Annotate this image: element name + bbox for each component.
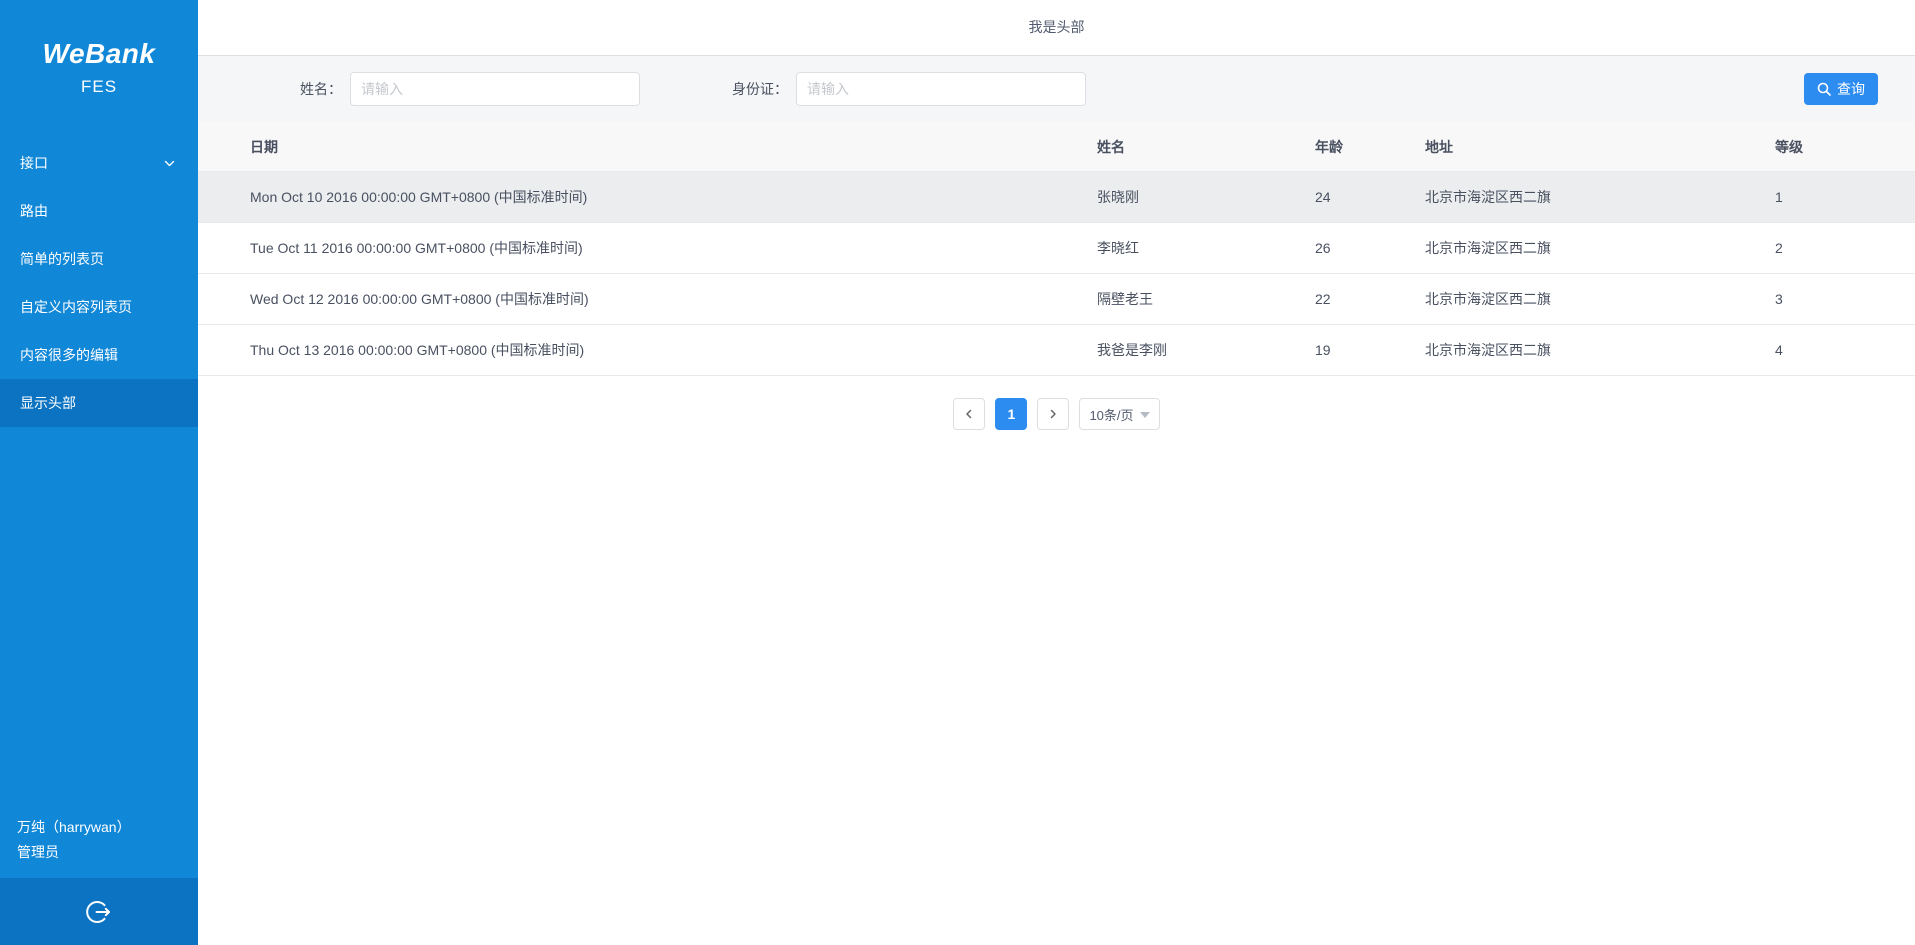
sidebar-item-label: 简单的列表页 xyxy=(20,249,104,269)
sidebar-item-4[interactable]: 内容很多的编辑 xyxy=(0,331,198,379)
name-filter-group: 姓名： xyxy=(300,72,640,106)
idcard-input[interactable] xyxy=(796,72,1086,106)
name-input[interactable] xyxy=(350,72,640,106)
cell-level: 2 xyxy=(1775,240,1915,256)
cell-name: 张晓刚 xyxy=(1097,187,1315,207)
logout-icon xyxy=(85,898,113,926)
cell-age: 26 xyxy=(1315,240,1425,256)
cell-date: Tue Oct 11 2016 00:00:00 GMT+0800 (中国标准时… xyxy=(250,238,1097,258)
idcard-filter-label: 身份证： xyxy=(732,79,788,99)
prev-page-button[interactable] xyxy=(953,398,985,430)
logo: WeBank FES xyxy=(0,0,198,97)
logo-subtitle: FES xyxy=(0,77,198,97)
cell-age: 19 xyxy=(1315,342,1425,358)
chevron-down-icon xyxy=(163,157,176,170)
table-row[interactable]: Mon Oct 10 2016 00:00:00 GMT+0800 (中国标准时… xyxy=(198,172,1915,223)
user-name: 万纯（harrywan） xyxy=(17,815,181,840)
cell-address: 北京市海淀区西二旗 xyxy=(1425,340,1775,360)
caret-down-icon xyxy=(1140,412,1150,418)
page-header: 我是头部 xyxy=(198,0,1915,56)
page-size-select[interactable]: 10条/页 xyxy=(1079,398,1159,430)
column-header-age: 年龄 xyxy=(1315,137,1425,157)
cell-name: 李晓红 xyxy=(1097,238,1315,258)
table-body: Mon Oct 10 2016 00:00:00 GMT+0800 (中国标准时… xyxy=(198,172,1915,376)
page-title: 我是头部 xyxy=(1029,19,1085,35)
cell-level: 4 xyxy=(1775,342,1915,358)
cell-address: 北京市海淀区西二旗 xyxy=(1425,187,1775,207)
sidebar-item-label: 自定义内容列表页 xyxy=(20,297,132,317)
cell-age: 24 xyxy=(1315,189,1425,205)
cell-level: 1 xyxy=(1775,189,1915,205)
cell-name: 我爸是李刚 xyxy=(1097,340,1315,360)
cell-date: Wed Oct 12 2016 00:00:00 GMT+0800 (中国标准时… xyxy=(250,289,1097,309)
cell-address: 北京市海淀区西二旗 xyxy=(1425,238,1775,258)
page-size-label: 10条/页 xyxy=(1089,405,1133,424)
user-role: 管理员 xyxy=(17,840,181,865)
column-header-date: 日期 xyxy=(250,137,1097,157)
cell-level: 3 xyxy=(1775,291,1915,307)
sidebar-item-label: 路由 xyxy=(20,201,48,221)
column-header-address: 地址 xyxy=(1425,137,1775,157)
table-row[interactable]: Wed Oct 12 2016 00:00:00 GMT+0800 (中国标准时… xyxy=(198,274,1915,325)
user-info: 万纯（harrywan） 管理员 xyxy=(0,815,198,865)
column-header-name: 姓名 xyxy=(1097,137,1315,157)
name-filter-label: 姓名： xyxy=(300,79,342,99)
sidebar-item-1[interactable]: 路由 xyxy=(0,187,198,235)
sidebar-item-label: 内容很多的编辑 xyxy=(20,345,118,365)
sidebar-item-label: 接口 xyxy=(20,153,48,173)
cell-date: Mon Oct 10 2016 00:00:00 GMT+0800 (中国标准时… xyxy=(250,187,1097,207)
column-header-level: 等级 xyxy=(1775,137,1915,157)
app-root: WeBank FES 接口 路由 简单的列表页 自定义内容列表页 内容很多的编辑… xyxy=(0,0,1915,945)
sidebar-item-5[interactable]: 显示头部 xyxy=(0,379,198,427)
cell-address: 北京市海淀区西二旗 xyxy=(1425,289,1775,309)
logo-brand: WeBank xyxy=(0,38,198,70)
sidebar: WeBank FES 接口 路由 简单的列表页 自定义内容列表页 内容很多的编辑… xyxy=(0,0,198,945)
sidebar-menu: 接口 路由 简单的列表页 自定义内容列表页 内容很多的编辑 显示头部 xyxy=(0,139,198,427)
filter-bar: 姓名： 身份证： 查询 xyxy=(198,56,1915,122)
cell-name: 隔壁老王 xyxy=(1097,289,1315,309)
sidebar-item-0[interactable]: 接口 xyxy=(0,139,198,187)
search-icon xyxy=(1817,82,1831,96)
cell-age: 22 xyxy=(1315,291,1425,307)
idcard-filter-group: 身份证： xyxy=(732,72,1086,106)
page-number-button[interactable]: 1 xyxy=(995,398,1027,430)
data-table: 日期 姓名 年龄 地址 等级 Mon Oct 10 2016 00:00:00 … xyxy=(198,122,1915,376)
cell-date: Thu Oct 13 2016 00:00:00 GMT+0800 (中国标准时… xyxy=(250,340,1097,360)
pagination: 1 10条/页 xyxy=(198,398,1915,430)
table-header-row: 日期 姓名 年龄 地址 等级 xyxy=(198,122,1915,172)
table-row[interactable]: Thu Oct 13 2016 00:00:00 GMT+0800 (中国标准时… xyxy=(198,325,1915,376)
sidebar-item-3[interactable]: 自定义内容列表页 xyxy=(0,283,198,331)
search-button-label: 查询 xyxy=(1837,79,1865,99)
table-row[interactable]: Tue Oct 11 2016 00:00:00 GMT+0800 (中国标准时… xyxy=(198,223,1915,274)
chevron-right-icon xyxy=(1047,408,1059,420)
search-button[interactable]: 查询 xyxy=(1804,73,1878,105)
sidebar-item-label: 显示头部 xyxy=(20,393,76,413)
chevron-left-icon xyxy=(963,408,975,420)
sidebar-item-2[interactable]: 简单的列表页 xyxy=(0,235,198,283)
next-page-button[interactable] xyxy=(1037,398,1069,430)
logout-button[interactable] xyxy=(0,878,198,945)
main-content: 我是头部 姓名： 身份证： 查询 xyxy=(198,0,1915,945)
